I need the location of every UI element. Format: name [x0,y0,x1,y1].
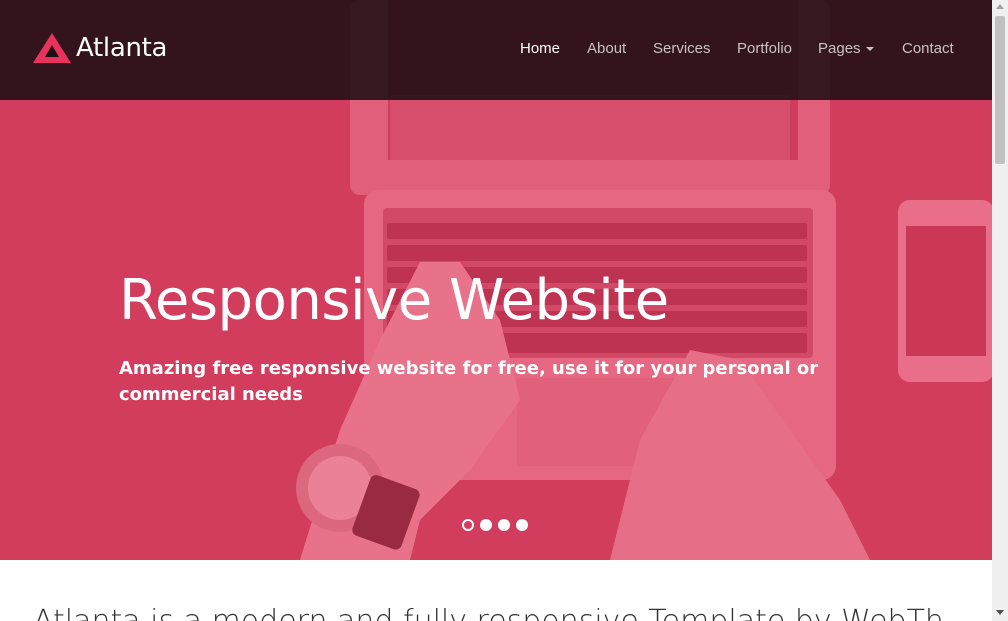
main-nav: Home About Services Portfolio Pages Cont… [0,40,992,60]
caret-down-icon [865,47,874,52]
intro-heading: Atlanta is a modern and fully responsive… [33,604,992,621]
hero-title: Responsive Website [119,268,669,333]
hero-subtitle: Amazing free responsive website for free… [119,358,819,405]
nav-services[interactable]: Services [653,40,711,57]
intro-section: Atlanta is a modern and fully responsive… [33,604,992,621]
nav-portfolio[interactable]: Portfolio [737,40,792,57]
carousel-indicator-2[interactable] [480,519,492,531]
carousel-indicator-1[interactable] [462,519,474,531]
nav-contact[interactable]: Contact [902,40,954,57]
page-scrollbar[interactable] [992,0,1008,621]
scroll-down-icon[interactable] [996,610,1004,615]
nav-home[interactable]: Home [520,40,560,57]
top-navbar: Atlanta Home About Services Portfolio Pa… [0,0,992,100]
carousel-indicator-4[interactable] [516,519,528,531]
nav-pages[interactable]: Pages [818,40,874,57]
scrollbar-thumb[interactable] [995,16,1005,164]
nav-pages-label: Pages [818,40,861,57]
nav-about[interactable]: About [587,40,626,57]
carousel-indicators [462,519,534,533]
scroll-up-icon[interactable] [996,4,1004,9]
carousel-indicator-3[interactable] [498,519,510,531]
